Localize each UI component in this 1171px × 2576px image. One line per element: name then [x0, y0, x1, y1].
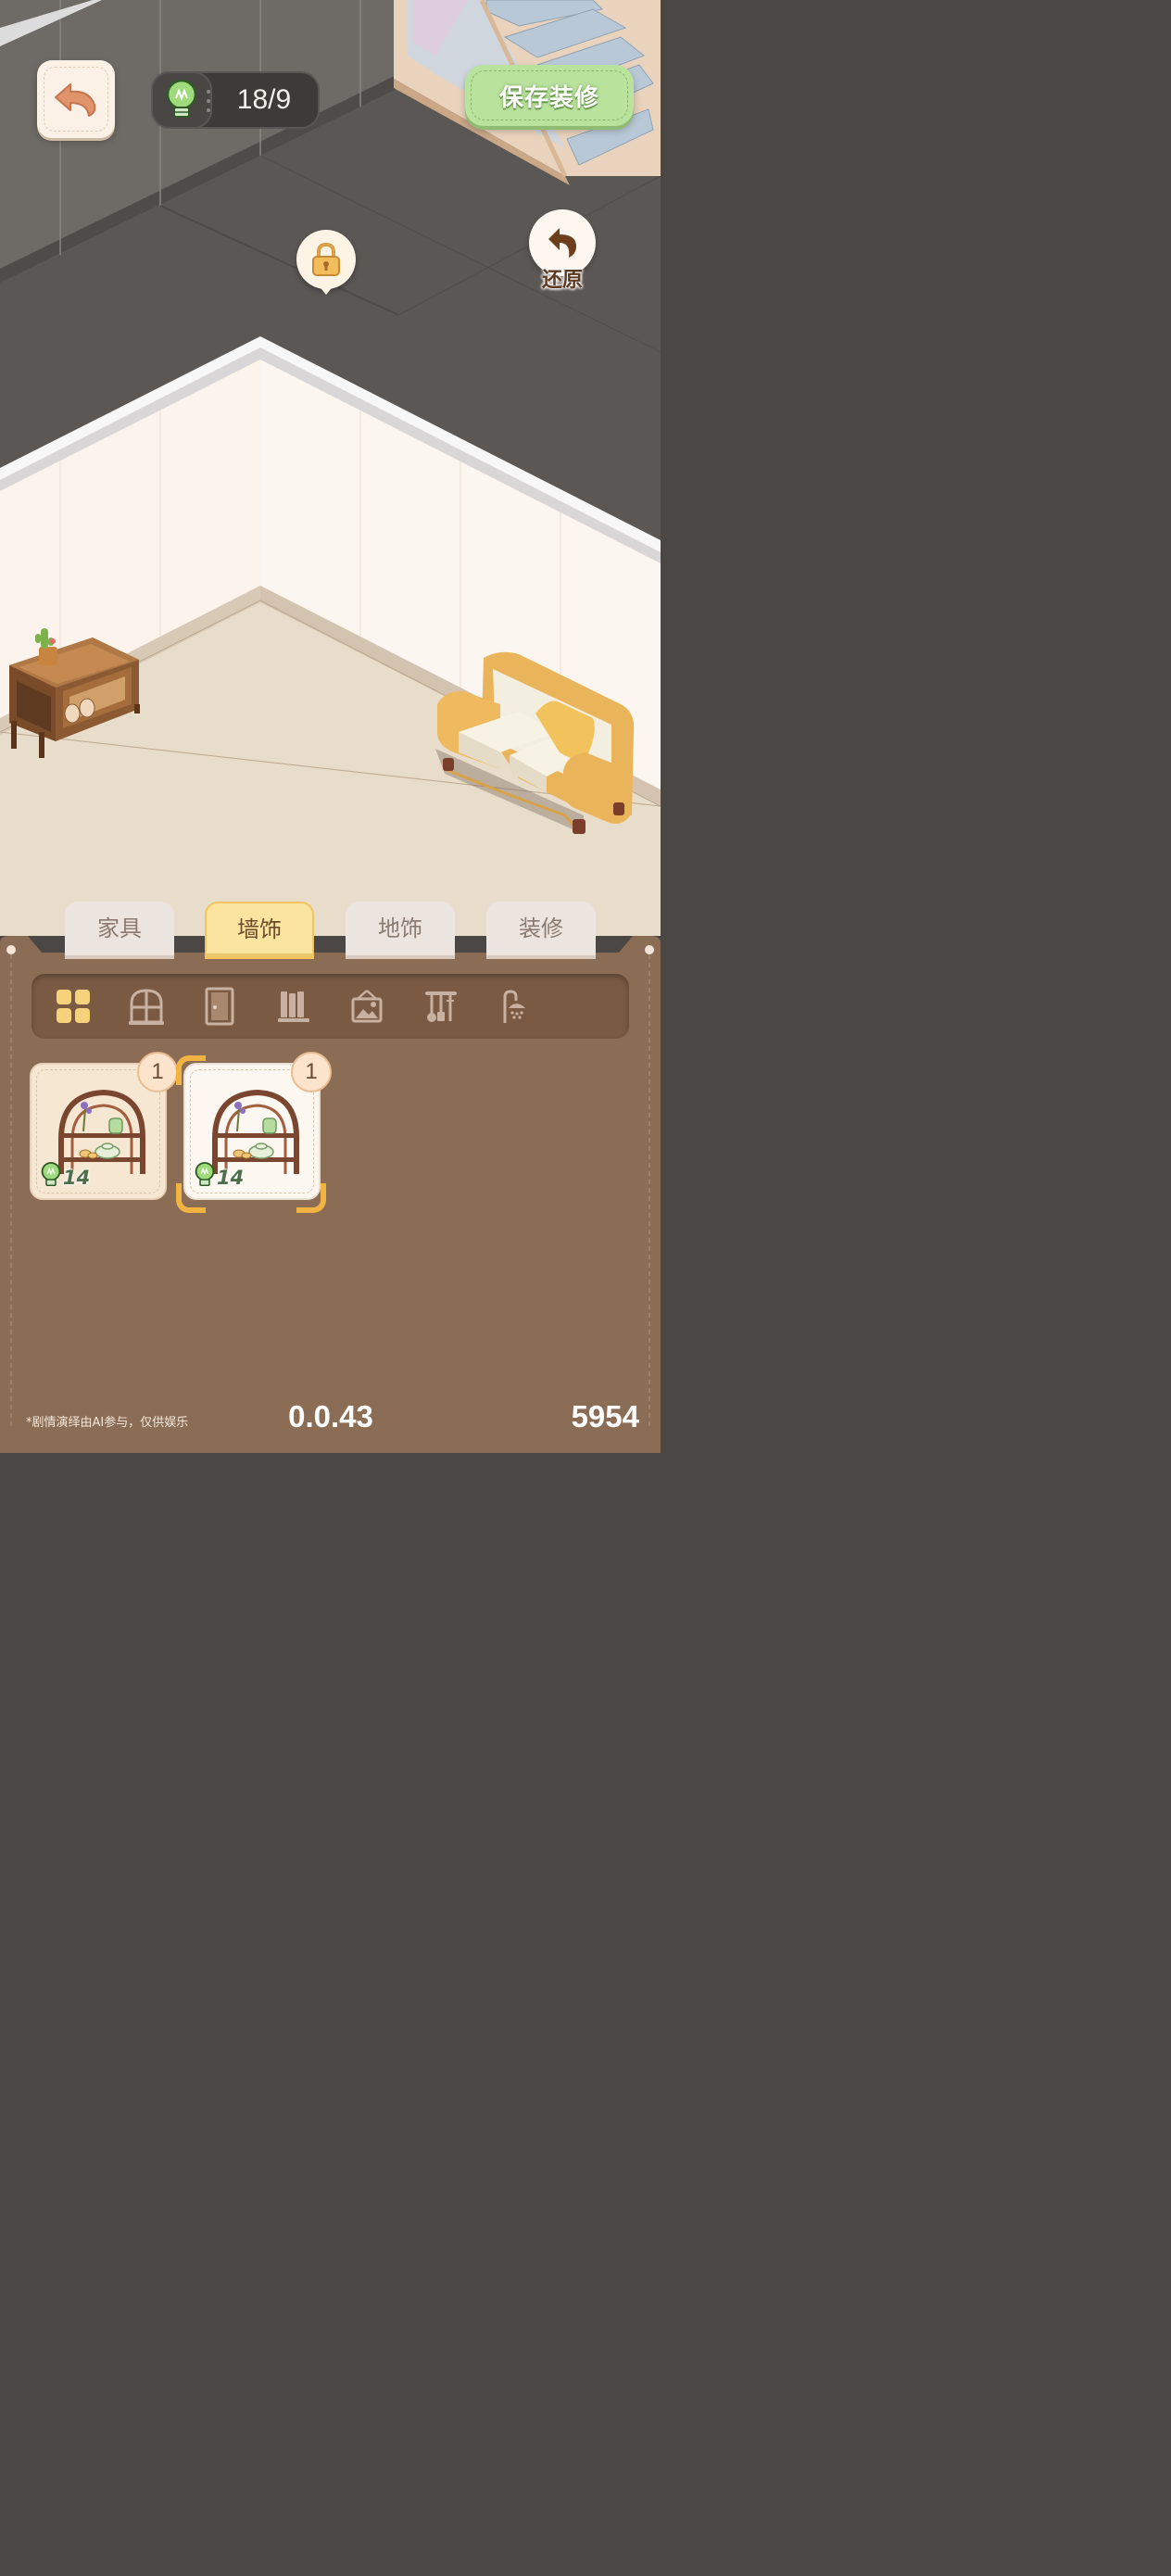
energy-count-text: 18/9: [236, 84, 292, 115]
selection-corner: [176, 1055, 206, 1085]
bookshelf-icon[interactable]: [273, 986, 314, 1027]
item-quantity-badge: 1: [137, 1052, 178, 1092]
back-button[interactable]: [37, 60, 115, 138]
lock-icon: [312, 242, 340, 276]
tab-renovation[interactable]: 装修: [486, 902, 596, 959]
separator-dots: [207, 90, 210, 112]
selection-corner: [296, 1183, 326, 1213]
bubble-tail: [317, 284, 335, 295]
footer-count: 5954: [571, 1399, 639, 1433]
picture-frame-icon[interactable]: [346, 986, 387, 1027]
locked-area-bubble[interactable]: [296, 230, 356, 289]
item-card[interactable]: 14 1: [30, 1052, 178, 1200]
energy-counter: 18/9: [151, 71, 320, 129]
room-editor-screen: 18/9 保存装修 还原 家具 墙饰 地饰 装修 14 1 14 1 *剧情演绎…: [0, 0, 661, 1453]
item-cost: 14: [63, 1167, 91, 1189]
tab-floor-decor[interactable]: 地饰: [346, 902, 455, 959]
ai-disclaimer: *剧情演绎由AI参与，仅供娱乐: [26, 1416, 189, 1430]
shower-icon[interactable]: [496, 986, 536, 1027]
tab-furniture[interactable]: 家具: [65, 902, 174, 959]
lightbulb-icon: [41, 1161, 61, 1187]
door-icon[interactable]: [199, 986, 240, 1027]
save-decoration-button[interactable]: 保存装修: [465, 65, 634, 126]
window-icon[interactable]: [126, 986, 167, 1027]
selection-corner: [176, 1183, 206, 1213]
undo-arrow-icon: [548, 228, 576, 258]
item-quantity-badge: 1: [291, 1052, 332, 1092]
lightbulb-icon: [166, 79, 197, 118]
restore-label: 还原: [541, 269, 583, 292]
grid-all-icon[interactable]: [53, 986, 94, 1027]
version-number: 0.0.43: [288, 1399, 373, 1433]
save-button-label: 保存装修: [498, 83, 599, 112]
tab-wall-decor[interactable]: 墙饰: [205, 902, 314, 959]
kitchen-utensils-icon[interactable]: [421, 986, 461, 1027]
item-cost: 14: [217, 1167, 245, 1189]
category-bar: [31, 974, 629, 1039]
